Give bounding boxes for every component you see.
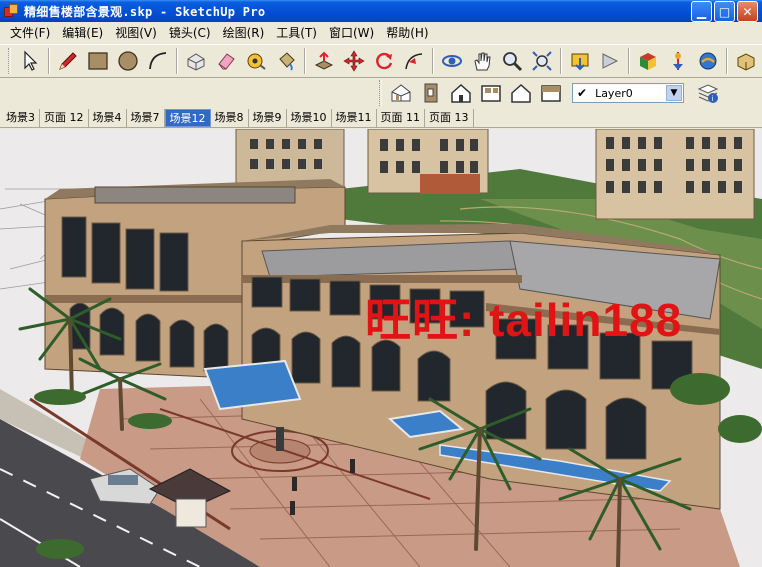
- circle-icon[interactable]: [113, 46, 143, 76]
- tab-scene-4[interactable]: 场景4: [89, 109, 127, 127]
- layer-manager-icon[interactable]: i: [693, 78, 723, 108]
- paint-bucket-icon[interactable]: [271, 46, 301, 76]
- chevron-down-icon[interactable]: ▼: [666, 85, 682, 101]
- layer-select[interactable]: ✔ Layer0 ▼: [572, 83, 684, 103]
- maximize-button[interactable]: □: [714, 1, 735, 22]
- title-bar: 精细售楼部含景观.skp - SketchUp Pro ▁ □ ✕: [0, 0, 762, 22]
- close-button[interactable]: ✕: [737, 1, 758, 22]
- window-title: 精细售楼部含景观.skp - SketchUp Pro: [24, 4, 266, 19]
- move-icon[interactable]: [339, 46, 369, 76]
- checkmark-icon: ✔: [577, 86, 588, 100]
- right-view-icon[interactable]: [476, 78, 506, 108]
- tab-scene-7[interactable]: 场景7: [127, 109, 165, 127]
- left-view-icon[interactable]: [536, 78, 566, 108]
- watermark-text: 旺旺: tailin188: [365, 294, 683, 346]
- section-plane-icon[interactable]: [663, 46, 693, 76]
- main-toolbar: [0, 44, 762, 78]
- tab-scene-11[interactable]: 场景11: [332, 109, 377, 127]
- views-toolbar: ✔ Layer0 ▼ i: [0, 79, 762, 107]
- tab-scene-10[interactable]: 场景10: [287, 109, 332, 127]
- model-viewport[interactable]: 旺旺: tailin188: [0, 129, 762, 567]
- menu-tools[interactable]: 工具(T): [270, 23, 323, 43]
- follow-me-icon[interactable]: [399, 46, 429, 76]
- rotate-icon[interactable]: [369, 46, 399, 76]
- pencil-icon[interactable]: [53, 46, 83, 76]
- iso-view-icon[interactable]: [386, 78, 416, 108]
- orbit-icon[interactable]: [437, 46, 467, 76]
- zoom-extents-icon[interactable]: [527, 46, 557, 76]
- make-component-icon[interactable]: [181, 46, 211, 76]
- toolbar-grip[interactable]: [8, 48, 11, 74]
- menu-bar: 文件(F) 编辑(E) 视图(V) 镜头(C) 绘图(R) 工具(T) 窗口(W…: [0, 22, 762, 44]
- zoom-icon[interactable]: [497, 46, 527, 76]
- select-icon[interactable]: [15, 46, 45, 76]
- views-toolbar-grip[interactable]: [379, 80, 382, 106]
- rectangle-icon[interactable]: [83, 46, 113, 76]
- sketchup-app-icon: [3, 3, 19, 19]
- front-view-icon[interactable]: [446, 78, 476, 108]
- menu-camera[interactable]: 镜头(C): [163, 23, 217, 43]
- components-icon[interactable]: [633, 46, 663, 76]
- tape-measure-icon[interactable]: [241, 46, 271, 76]
- tab-scene-8[interactable]: 场景8: [211, 109, 249, 127]
- menu-view[interactable]: 视图(V): [109, 23, 163, 43]
- minimize-button[interactable]: ▁: [691, 1, 712, 22]
- get-models-icon[interactable]: [565, 46, 595, 76]
- menu-help[interactable]: 帮助(H): [380, 23, 434, 43]
- menu-edit[interactable]: 编辑(E): [56, 23, 109, 43]
- menu-file[interactable]: 文件(F): [4, 23, 56, 43]
- menu-draw[interactable]: 绘图(R): [217, 23, 271, 43]
- push-pull-icon[interactable]: [309, 46, 339, 76]
- layer-select-value: Layer0: [595, 86, 633, 100]
- svg-text:i: i: [712, 95, 714, 103]
- pan-icon[interactable]: [467, 46, 497, 76]
- scene-tabs: 场景3 页面 12 场景4 场景7 场景12 场景8 场景9 场景10 场景11…: [0, 108, 762, 128]
- statue: [276, 427, 284, 451]
- eraser-icon[interactable]: [211, 46, 241, 76]
- warehouse-icon[interactable]: [693, 46, 723, 76]
- arc-icon[interactable]: [143, 46, 173, 76]
- back-view-icon[interactable]: [506, 78, 536, 108]
- menu-window[interactable]: 窗口(W): [323, 23, 380, 43]
- tab-scene-3[interactable]: 场景3: [2, 109, 40, 127]
- extension-icon[interactable]: [731, 46, 761, 76]
- tab-page-11[interactable]: 页面 11: [377, 109, 425, 127]
- tab-page-13[interactable]: 页面 13: [425, 109, 474, 127]
- tab-scene-12[interactable]: 场景12: [164, 109, 211, 127]
- top-view-icon[interactable]: [416, 78, 446, 108]
- tab-scene-9[interactable]: 场景9: [249, 109, 287, 127]
- layer-toolbar: ✔ Layer0 ▼: [572, 82, 692, 104]
- tab-page-12[interactable]: 页面 12: [40, 109, 89, 127]
- share-model-icon[interactable]: [595, 46, 625, 76]
